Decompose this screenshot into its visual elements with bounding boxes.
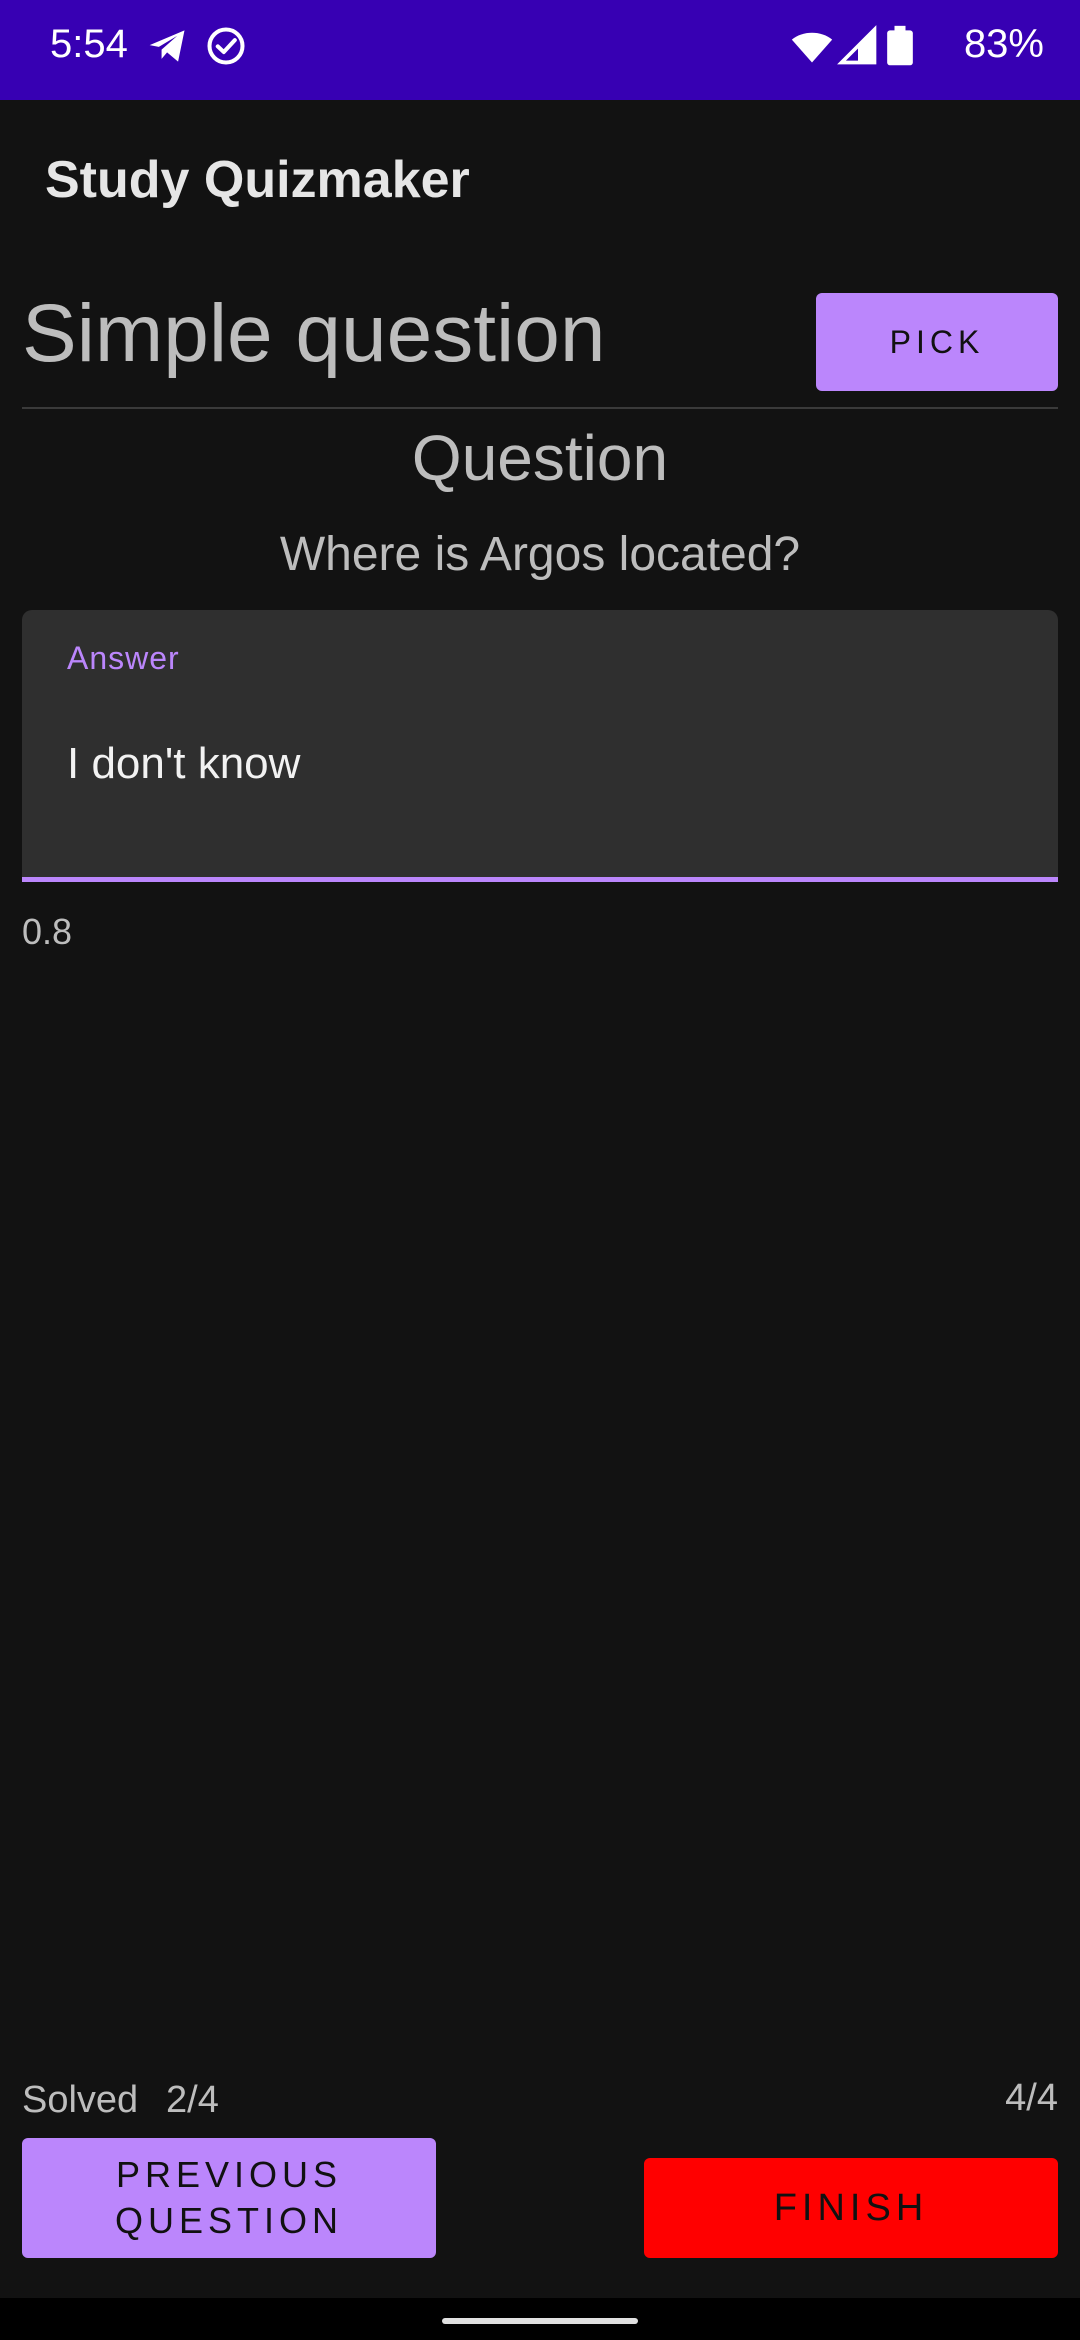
status-time: 5:54 bbox=[50, 22, 128, 66]
answer-input[interactable] bbox=[67, 732, 1007, 796]
battery-icon bbox=[887, 25, 913, 66]
divider bbox=[22, 407, 1058, 409]
status-bar: 5:54 83% bbox=[0, 0, 1080, 100]
pick-button[interactable]: PICK bbox=[816, 293, 1058, 391]
signal-icon bbox=[837, 25, 877, 65]
question-heading: Question bbox=[411, 422, 669, 494]
app-bar: Study Quizmaker bbox=[0, 100, 1080, 260]
answer-field[interactable]: Answer bbox=[22, 610, 1058, 882]
solved-value: 2/4 bbox=[166, 2079, 219, 2121]
check-circle-icon bbox=[207, 27, 245, 65]
app-screen: 5:54 83% Study Quizmaker Simple question… bbox=[0, 0, 1080, 2340]
battery-percent: 83% bbox=[963, 22, 1044, 66]
previous-question-button[interactable]: PREVIOUS QUESTION bbox=[22, 2138, 436, 2258]
app-title: Study Quizmaker bbox=[45, 151, 470, 209]
telegram-icon bbox=[149, 30, 185, 62]
question-type-title: Simple question bbox=[22, 288, 606, 379]
home-gesture-handle[interactable] bbox=[442, 2318, 638, 2324]
solved-label: Solved bbox=[22, 2079, 139, 2121]
question-position: 4/4 bbox=[1005, 2077, 1058, 2119]
finish-button[interactable]: FINISH bbox=[644, 2158, 1058, 2258]
question-text: Where is Argos located? bbox=[279, 528, 801, 581]
wifi-icon bbox=[791, 32, 833, 63]
answer-label: Answer bbox=[67, 640, 180, 676]
score-value: 0.8 bbox=[22, 911, 73, 952]
navigation-bar bbox=[0, 2298, 1080, 2340]
